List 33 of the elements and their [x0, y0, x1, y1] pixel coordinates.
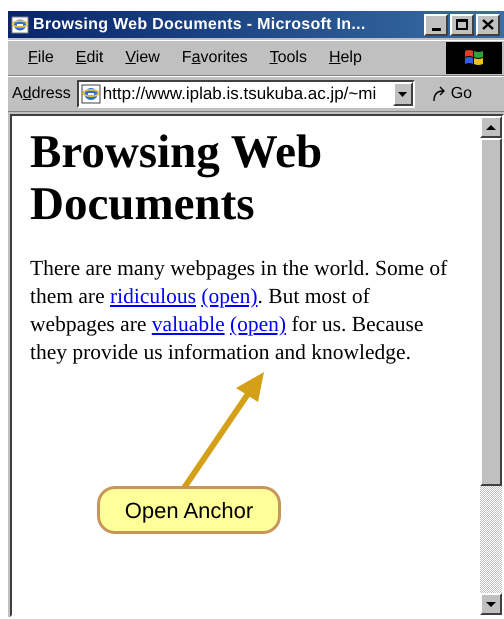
- menu-item[interactable]: Edit: [66, 46, 114, 70]
- window-title: Browsing Web Documents - Microsoft In...: [33, 14, 367, 34]
- address-label: Address: [12, 84, 71, 104]
- scrollbar[interactable]: [480, 116, 502, 615]
- menu-item[interactable]: File: [18, 46, 64, 70]
- scroll-up-button[interactable]: [480, 116, 502, 138]
- maximize-button[interactable]: [450, 14, 474, 36]
- annotation-callout: Open Anchor: [97, 486, 281, 534]
- paragraph: There are many webpages in the world. Some of them are ridiculous (open). But most of webpages are valuable (open) for us. Because they provide us information and knowledge.: [30, 255, 448, 366]
- menu-item[interactable]: Favorites: [172, 46, 258, 70]
- page-icon: [80, 84, 101, 104]
- menu-item[interactable]: View: [115, 46, 170, 70]
- menu-item[interactable]: Tools: [260, 46, 317, 70]
- close-icon: [482, 19, 494, 30]
- menu-item[interactable]: Help: [318, 46, 372, 70]
- browser-icon: [11, 16, 29, 34]
- url-text: http://www.iplab.is.tsukuba.ac.jp/~mi: [102, 83, 378, 106]
- caret-icon: [398, 92, 408, 96]
- close-button[interactable]: [476, 14, 500, 36]
- link[interactable]: (open): [230, 312, 286, 336]
- flag-icon: [463, 48, 485, 68]
- page-heading: Browsing Web Documents: [30, 126, 324, 230]
- down-arrow-icon: [486, 602, 496, 606]
- link[interactable]: (open): [201, 284, 258, 308]
- up-arrow-icon: [486, 124, 496, 130]
- link[interactable]: valuable: [152, 312, 225, 336]
- scroll-down-button[interactable]: [480, 593, 502, 615]
- dropdown-button[interactable]: [392, 82, 413, 106]
- scroll-thumb[interactable]: [480, 138, 502, 486]
- link[interactable]: ridiculous: [110, 284, 196, 308]
- go-button[interactable]: Go: [430, 82, 472, 106]
- address-field[interactable]: http://www.iplab.is.tsukuba.ac.jp/~mi: [76, 80, 415, 108]
- minimize-button[interactable]: [424, 14, 448, 36]
